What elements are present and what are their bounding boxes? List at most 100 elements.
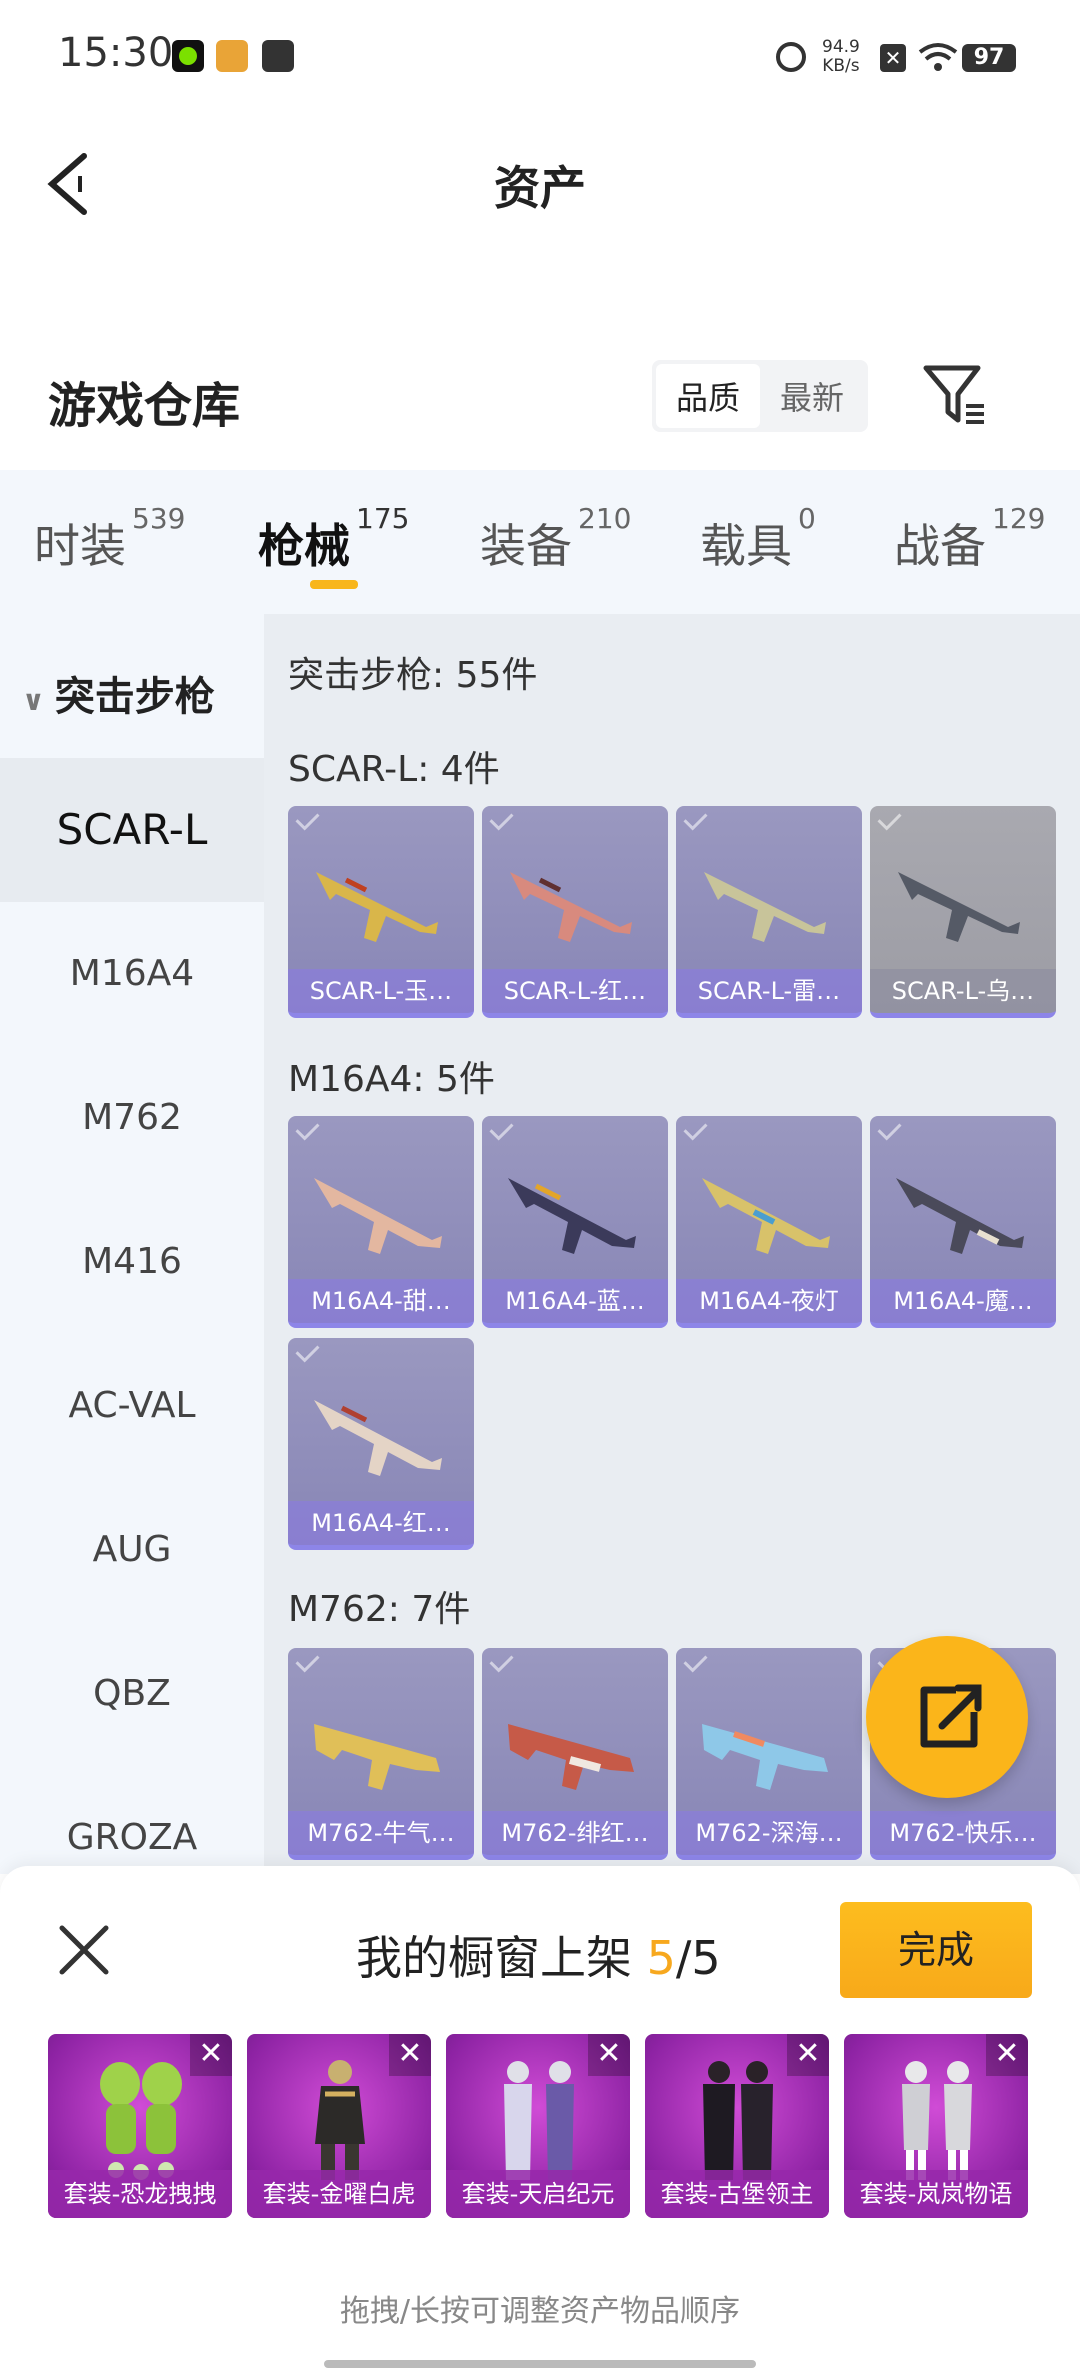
tab-fashion[interactable]: 时装539 — [34, 502, 185, 576]
asset-label: M16A4-红… — [288, 1501, 474, 1545]
sidebar-item-aug[interactable]: AUG — [0, 1478, 264, 1622]
remove-slot-button[interactable]: ✕ — [986, 2034, 1028, 2076]
asset-label: M762-深海… — [676, 1811, 862, 1855]
group-title-m762: M762: 7件 — [288, 1589, 471, 1630]
slot-label: 套装-金曜白虎 — [247, 2170, 431, 2218]
check-icon — [288, 806, 324, 842]
status-bar: 15:30 94.9 KB/s ✕ 97 — [0, 0, 1080, 110]
asset-label: M762-牛气… — [288, 1811, 474, 1855]
check-icon — [676, 806, 712, 842]
sidebar-item-m416[interactable]: M416 — [0, 1190, 264, 1334]
rifle-icon — [314, 1178, 442, 1254]
active-tab-indicator — [310, 580, 358, 589]
check-icon — [870, 806, 906, 842]
category-tabs: 时装539 枪械175 装备210 载具0 战备129 — [0, 470, 1080, 614]
asset-card[interactable]: SCAR-L-玉… — [288, 806, 474, 1018]
asset-label: SCAR-L-玉… — [288, 969, 474, 1013]
network-speed: 94.9 KB/s — [822, 37, 860, 76]
slot-label: 套装-古堡领主 — [645, 2170, 829, 2218]
sidebar-category[interactable]: ∨ 突击步枪 — [22, 664, 215, 722]
wifi-icon — [918, 40, 958, 74]
rifle-icon — [508, 1724, 634, 1790]
asset-card[interactable]: M16A4-魔… — [870, 1116, 1056, 1328]
showcase-slot[interactable]: ✕ 套装-古堡领主 — [645, 2034, 829, 2218]
share-export-button[interactable] — [866, 1636, 1028, 1798]
asset-card[interactable]: SCAR-L-红… — [482, 806, 668, 1018]
message-notification-icon — [262, 40, 294, 72]
external-link-icon — [920, 1684, 982, 1748]
group-title-scar-l: SCAR-L: 4件 — [288, 749, 500, 790]
group-title-m16a4: M16A4: 5件 — [288, 1059, 495, 1100]
sidebar: ∨ 突击步枪 SCAR-L M16A4 M762 M416 AC-VAL AUG … — [0, 614, 264, 1874]
rifle-icon — [898, 872, 1020, 942]
asset-card[interactable]: SCAR-L-雷… — [676, 806, 862, 1018]
game-notification-icon — [216, 40, 248, 72]
check-icon — [676, 1648, 712, 1684]
remove-slot-button[interactable]: ✕ — [389, 2034, 431, 2076]
sim-off-icon: ✕ — [880, 44, 906, 72]
showcase-slot[interactable]: ✕ 套装-恐龙拽拽 — [48, 2034, 232, 2218]
slot-label: 套装-天启纪元 — [446, 2170, 630, 2218]
asset-card[interactable]: M762-深海… — [676, 1648, 862, 1860]
asset-card[interactable]: M762-绯红… — [482, 1648, 668, 1860]
asset-label: M16A4-甜… — [288, 1279, 474, 1323]
battery-indicator: 97 — [962, 44, 1016, 72]
asset-card[interactable]: SCAR-L-乌… — [870, 806, 1056, 1018]
asset-card[interactable]: M16A4-蓝… — [482, 1116, 668, 1328]
close-icon[interactable] — [56, 1922, 112, 1978]
check-icon — [676, 1116, 712, 1152]
showcase-title: 我的橱窗上架 5/5 — [356, 1931, 721, 1985]
sort-newest-button[interactable]: 最新 — [760, 364, 864, 428]
asset-card[interactable]: M16A4-夜灯 — [676, 1116, 862, 1328]
rifle-icon — [704, 872, 826, 942]
page-title: 资产 — [494, 161, 586, 215]
sidebar-item-ac-val[interactable]: AC-VAL — [0, 1334, 264, 1478]
asset-card[interactable]: M16A4-红… — [288, 1338, 474, 1550]
sidebar-item-m16a4[interactable]: M16A4 — [0, 902, 264, 1046]
check-icon — [482, 806, 518, 842]
sidebar-item-scar-l[interactable]: SCAR-L — [0, 758, 264, 902]
showcase-slot[interactable]: ✕ 套装-岚岚物语 — [844, 2034, 1028, 2218]
tab-supplies[interactable]: 战备129 — [894, 502, 1045, 576]
sidebar-item-m762[interactable]: M762 — [0, 1046, 264, 1190]
chevron-down-icon: ∨ — [22, 684, 45, 717]
check-icon — [288, 1116, 324, 1152]
remove-slot-button[interactable]: ✕ — [190, 2034, 232, 2076]
asset-card[interactable]: M762-牛气… — [288, 1648, 474, 1860]
outfit-figure-icon — [504, 2061, 574, 2180]
check-icon — [288, 1338, 324, 1374]
asset-label: SCAR-L-雷… — [676, 969, 862, 1013]
asset-label: SCAR-L-乌… — [870, 969, 1056, 1013]
done-button[interactable]: 完成 — [840, 1902, 1032, 1998]
showcase-total-count: /5 — [675, 1931, 721, 1985]
rifle-icon — [314, 1724, 440, 1790]
sort-toggle: 品质 最新 — [652, 360, 868, 432]
filter-icon[interactable] — [920, 362, 990, 428]
outfit-figure-icon — [315, 2060, 365, 2180]
rifle-icon — [896, 1178, 1024, 1254]
tab-equipment[interactable]: 装备210 — [480, 502, 631, 576]
sort-quality-button[interactable]: 品质 — [656, 364, 760, 428]
asset-card[interactable]: M16A4-甜… — [288, 1116, 474, 1328]
check-icon — [482, 1116, 518, 1152]
tab-vehicles[interactable]: 载具0 — [700, 502, 816, 576]
outfit-figure-icon — [703, 2061, 773, 2180]
asset-label: M16A4-夜灯 — [676, 1279, 862, 1323]
showcase-sheet: 我的橱窗上架 5/5 完成 ✕ 套装-恐龙拽拽 ✕ 套装-金曜白虎 ✕ 套装-天… — [0, 1866, 1080, 2376]
check-icon — [288, 1648, 324, 1684]
asset-label: SCAR-L-红… — [482, 969, 668, 1013]
tab-guns[interactable]: 枪械175 — [258, 502, 409, 576]
alarm-icon — [776, 42, 806, 72]
showcase-slot[interactable]: ✕ 套装-天启纪元 — [446, 2034, 630, 2218]
rifle-icon — [508, 1178, 636, 1254]
reorder-hint: 拖拽/长按可调整资产物品顺序 — [339, 2294, 741, 2329]
home-indicator[interactable] — [324, 2360, 756, 2368]
showcase-slot[interactable]: ✕ 套装-金曜白虎 — [247, 2034, 431, 2218]
asset-label: M762-绯红… — [482, 1811, 668, 1855]
check-icon — [482, 1648, 518, 1684]
remove-slot-button[interactable]: ✕ — [787, 2034, 829, 2076]
showcase-current-count: 5 — [646, 1931, 676, 1985]
sidebar-item-qbz[interactable]: QBZ — [0, 1622, 264, 1766]
remove-slot-button[interactable]: ✕ — [588, 2034, 630, 2076]
warehouse-title: 游戏仓库 — [48, 378, 241, 434]
